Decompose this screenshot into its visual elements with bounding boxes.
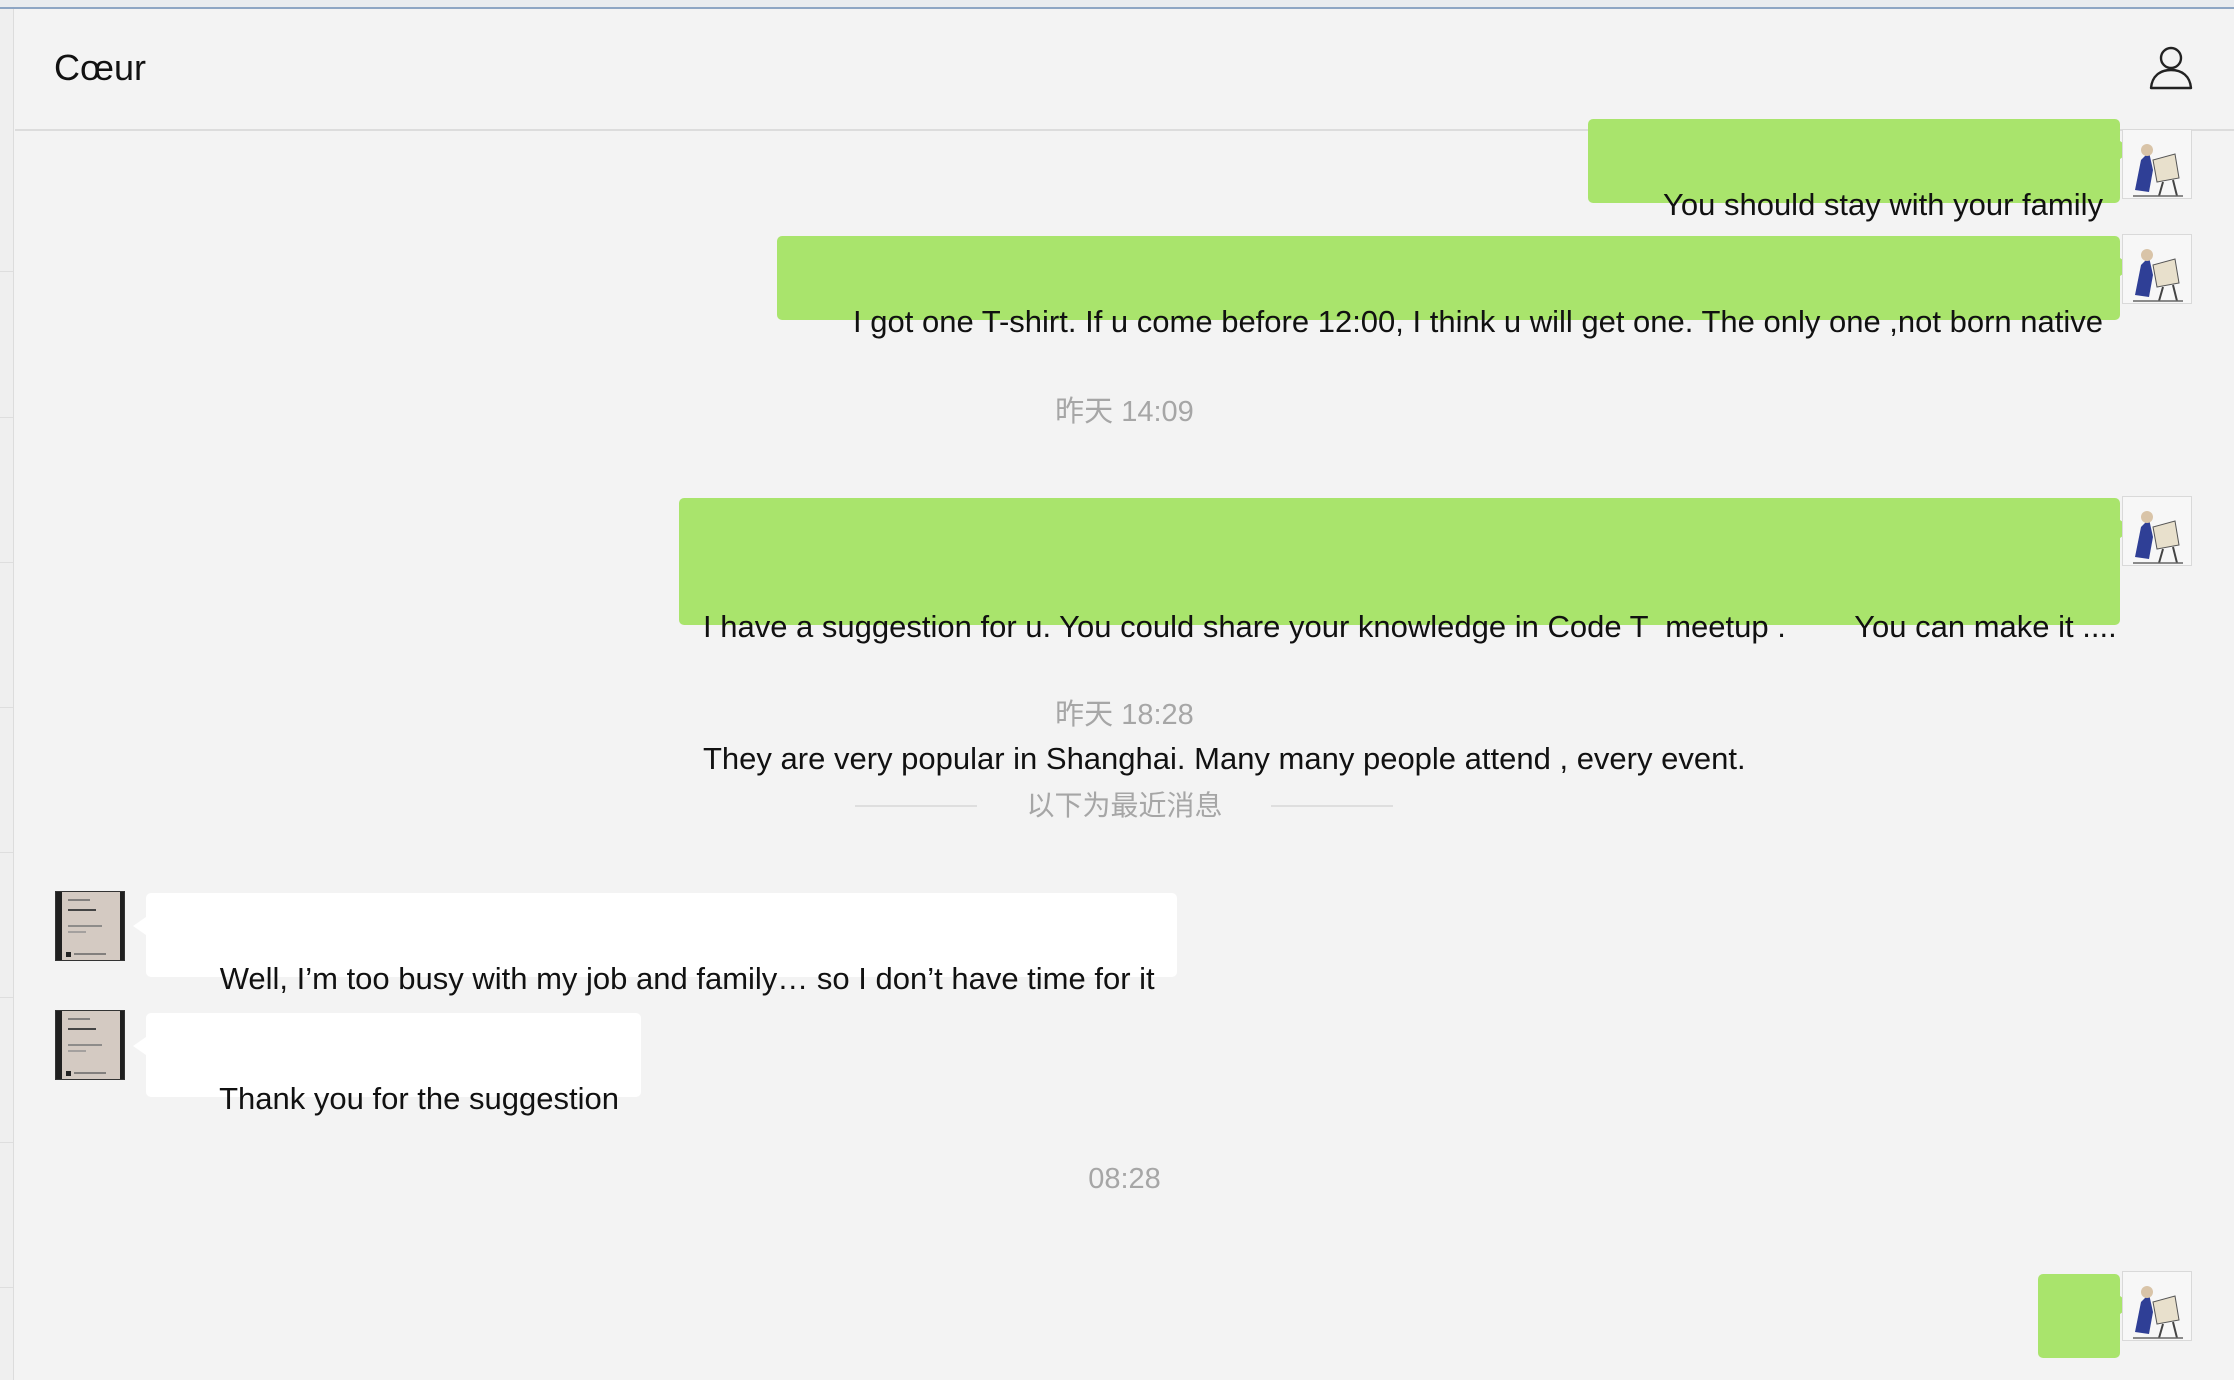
list-divider [0, 707, 13, 708]
self-avatar[interactable] [2122, 129, 2192, 199]
message-text: Thank you for the suggestion [219, 1081, 619, 1116]
message-timestamp: 昨天 18:28 [1055, 699, 1194, 731]
message-bubble-incoming[interactable]: Thank you for the suggestion [133, 1013, 641, 1116]
self-avatar[interactable] [2122, 496, 2192, 566]
message-bubble-outgoing[interactable]: 👌🏻 [2038, 1274, 2133, 1358]
ok-hand-emoji: 👌🏻 [2038, 1362, 2120, 1380]
list-divider [0, 1287, 13, 1288]
contact-avatar[interactable] [55, 1010, 125, 1080]
list-divider [0, 852, 13, 853]
list-divider [0, 417, 13, 418]
recent-messages-divider: 以下为最近消息 [1026, 790, 1223, 821]
message-text: You should stay with your family [1663, 187, 2103, 222]
self-avatar[interactable] [2122, 234, 2192, 304]
list-divider [0, 997, 13, 998]
message-text-line: I have a suggestion for u. You could sha… [703, 609, 2117, 644]
message-list: You should stay with your family I got o… [15, 119, 2234, 1380]
message-text: Well, I’m too busy with my job and famil… [219, 961, 1155, 996]
list-divider [0, 271, 13, 272]
window-top-strip [0, 0, 2234, 9]
session-list-edge [0, 9, 14, 1380]
list-divider [0, 1142, 13, 1143]
contact-avatar[interactable] [55, 891, 125, 961]
chat-header: Cœur [15, 9, 2234, 131]
message-text: I got one T-shirt. If u come before 12:0… [853, 304, 2103, 339]
chat-title: Cœur [54, 47, 146, 88]
message-bubble-outgoing[interactable]: I got one T-shirt. If u come before 12:0… [777, 236, 2133, 339]
self-avatar[interactable] [2122, 1271, 2192, 1341]
message-text-line: They are very popular in Shanghai. Many … [703, 741, 1746, 776]
message-bubble-incoming[interactable]: Well, I’m too busy with my job and famil… [133, 893, 1177, 996]
list-divider [0, 562, 13, 563]
message-timestamp: 08:28 [1088, 1163, 1161, 1195]
message-bubble-outgoing[interactable]: You should stay with your family [1587, 119, 2134, 222]
message-timestamp: 昨天 14:09 [1055, 396, 1194, 428]
message-bubble-outgoing[interactable]: I have a suggestion for u. You could sha… [679, 498, 2133, 776]
person-icon[interactable] [2148, 44, 2194, 90]
chat-window: Cœur You should stay with your family I … [0, 0, 2234, 1380]
